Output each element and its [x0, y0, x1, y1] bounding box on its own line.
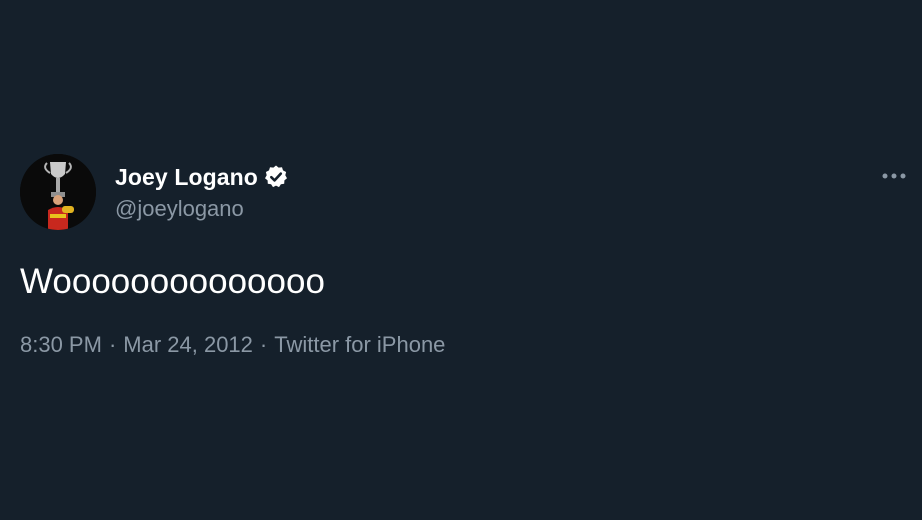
tweet-card: Joey Logano @joeylogano Woooooooooooooo …	[20, 154, 910, 358]
tweet-date[interactable]: Mar 24, 2012	[123, 332, 253, 358]
tweet-meta: 8:30 PM · Mar 24, 2012 · Twitter for iPh…	[20, 332, 910, 358]
tweet-source[interactable]: Twitter for iPhone	[274, 332, 445, 358]
tweet-header: Joey Logano @joeylogano	[20, 154, 910, 232]
verified-badge-icon	[263, 164, 289, 190]
avatar-trophy-image	[20, 154, 96, 230]
display-name[interactable]: Joey Logano	[115, 164, 258, 191]
more-options-icon[interactable]	[880, 166, 910, 186]
author-names: Joey Logano @joeylogano	[115, 162, 289, 222]
meta-separator: ·	[108, 332, 117, 357]
display-name-row: Joey Logano	[115, 162, 289, 192]
meta-separator: ·	[259, 332, 268, 357]
tweet-time[interactable]: 8:30 PM	[20, 332, 102, 358]
tweet-text: Woooooooooooooo	[20, 262, 325, 301]
avatar[interactable]	[20, 154, 96, 230]
user-handle[interactable]: @joeylogano	[115, 196, 289, 222]
